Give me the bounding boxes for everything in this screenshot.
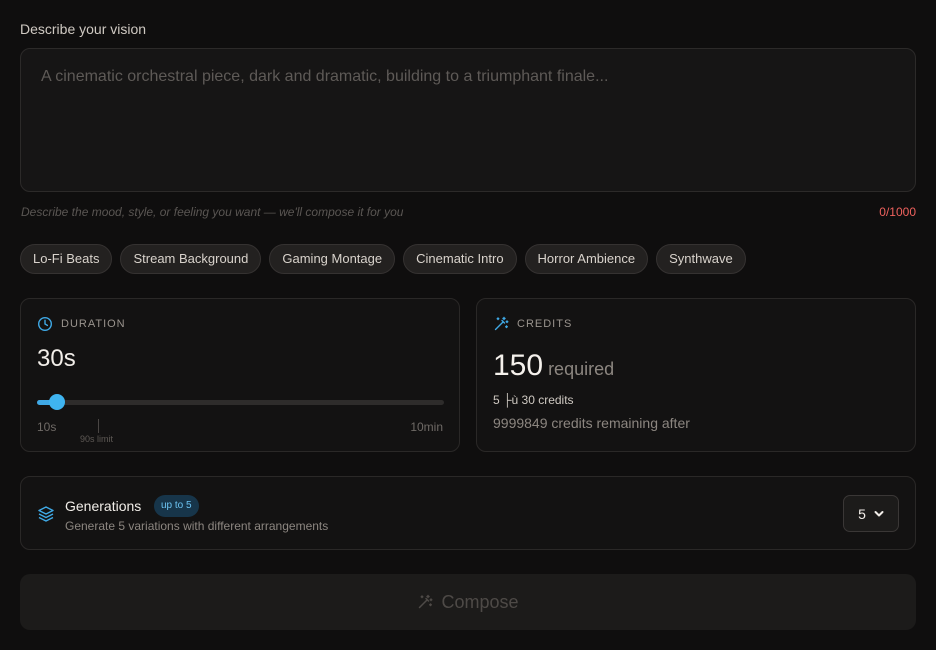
generations-description: Generate 5 variations with different arr… (65, 519, 329, 533)
credits-heading-text: CREDITS (517, 318, 573, 330)
credits-heading: CREDITS (493, 316, 572, 332)
duration-min-label: 10s (37, 420, 57, 434)
vision-hint: Describe the mood, style, or feeling you… (21, 205, 404, 219)
duration-slider[interactable] (37, 394, 444, 410)
duration-heading: DURATION (37, 316, 126, 332)
preset-chip-stream-background[interactable]: Stream Background (120, 244, 262, 274)
credits-card: CREDITS 150 required 5 ├ù 30 credits 999… (476, 298, 916, 452)
credits-required-label: required (548, 359, 615, 379)
preset-chip-gaming-montage[interactable]: Gaming Montage (269, 244, 396, 274)
generations-select-value: 5 (858, 505, 866, 522)
generations-card: Generations up to 5 Generate 5 variation… (20, 476, 916, 550)
layers-icon (38, 506, 54, 522)
preset-chips: Lo-Fi Beats Stream Background Gaming Mon… (20, 244, 746, 274)
preset-chip-cinematic-intro[interactable]: Cinematic Intro (403, 244, 517, 274)
duration-heading-text: DURATION (61, 318, 126, 330)
chevron-down-icon (874, 510, 884, 516)
generations-select[interactable]: 5 (843, 495, 899, 532)
preset-chip-horror-ambience[interactable]: Horror Ambience (524, 244, 649, 274)
duration-limit-label: 90s limit (80, 434, 114, 444)
preset-chip-lofi-beats[interactable]: Lo-Fi Beats (20, 244, 113, 274)
magic-wand-icon (494, 316, 509, 331)
magic-wand-icon (419, 594, 433, 609)
duration-limit-marker (98, 419, 99, 433)
character-counter: 0/1000 (879, 205, 916, 219)
duration-max-label: 10min (410, 420, 443, 434)
duration-slider-thumb[interactable] (49, 394, 66, 410)
credits-remaining: 9999849 credits remaining after (493, 415, 690, 431)
duration-value: 30s (37, 345, 76, 372)
credits-required: 150 required (493, 349, 614, 383)
vision-input-box[interactable] (20, 48, 916, 192)
compose-button-label: Compose (441, 591, 519, 612)
generations-title: Generations (65, 498, 142, 514)
duration-card: DURATION 30s 10s 90s limit 10min (20, 298, 460, 452)
compose-button[interactable]: Compose (20, 574, 916, 630)
credits-calculation: 5 ├ù 30 credits (493, 393, 574, 407)
clock-icon (37, 316, 53, 332)
preset-chip-synthwave[interactable]: Synthwave (656, 244, 746, 274)
vision-textarea[interactable] (21, 49, 915, 191)
credits-required-value: 150 (493, 349, 544, 382)
vision-label: Describe your vision (20, 21, 147, 37)
generations-badge: up to 5 (154, 495, 199, 517)
